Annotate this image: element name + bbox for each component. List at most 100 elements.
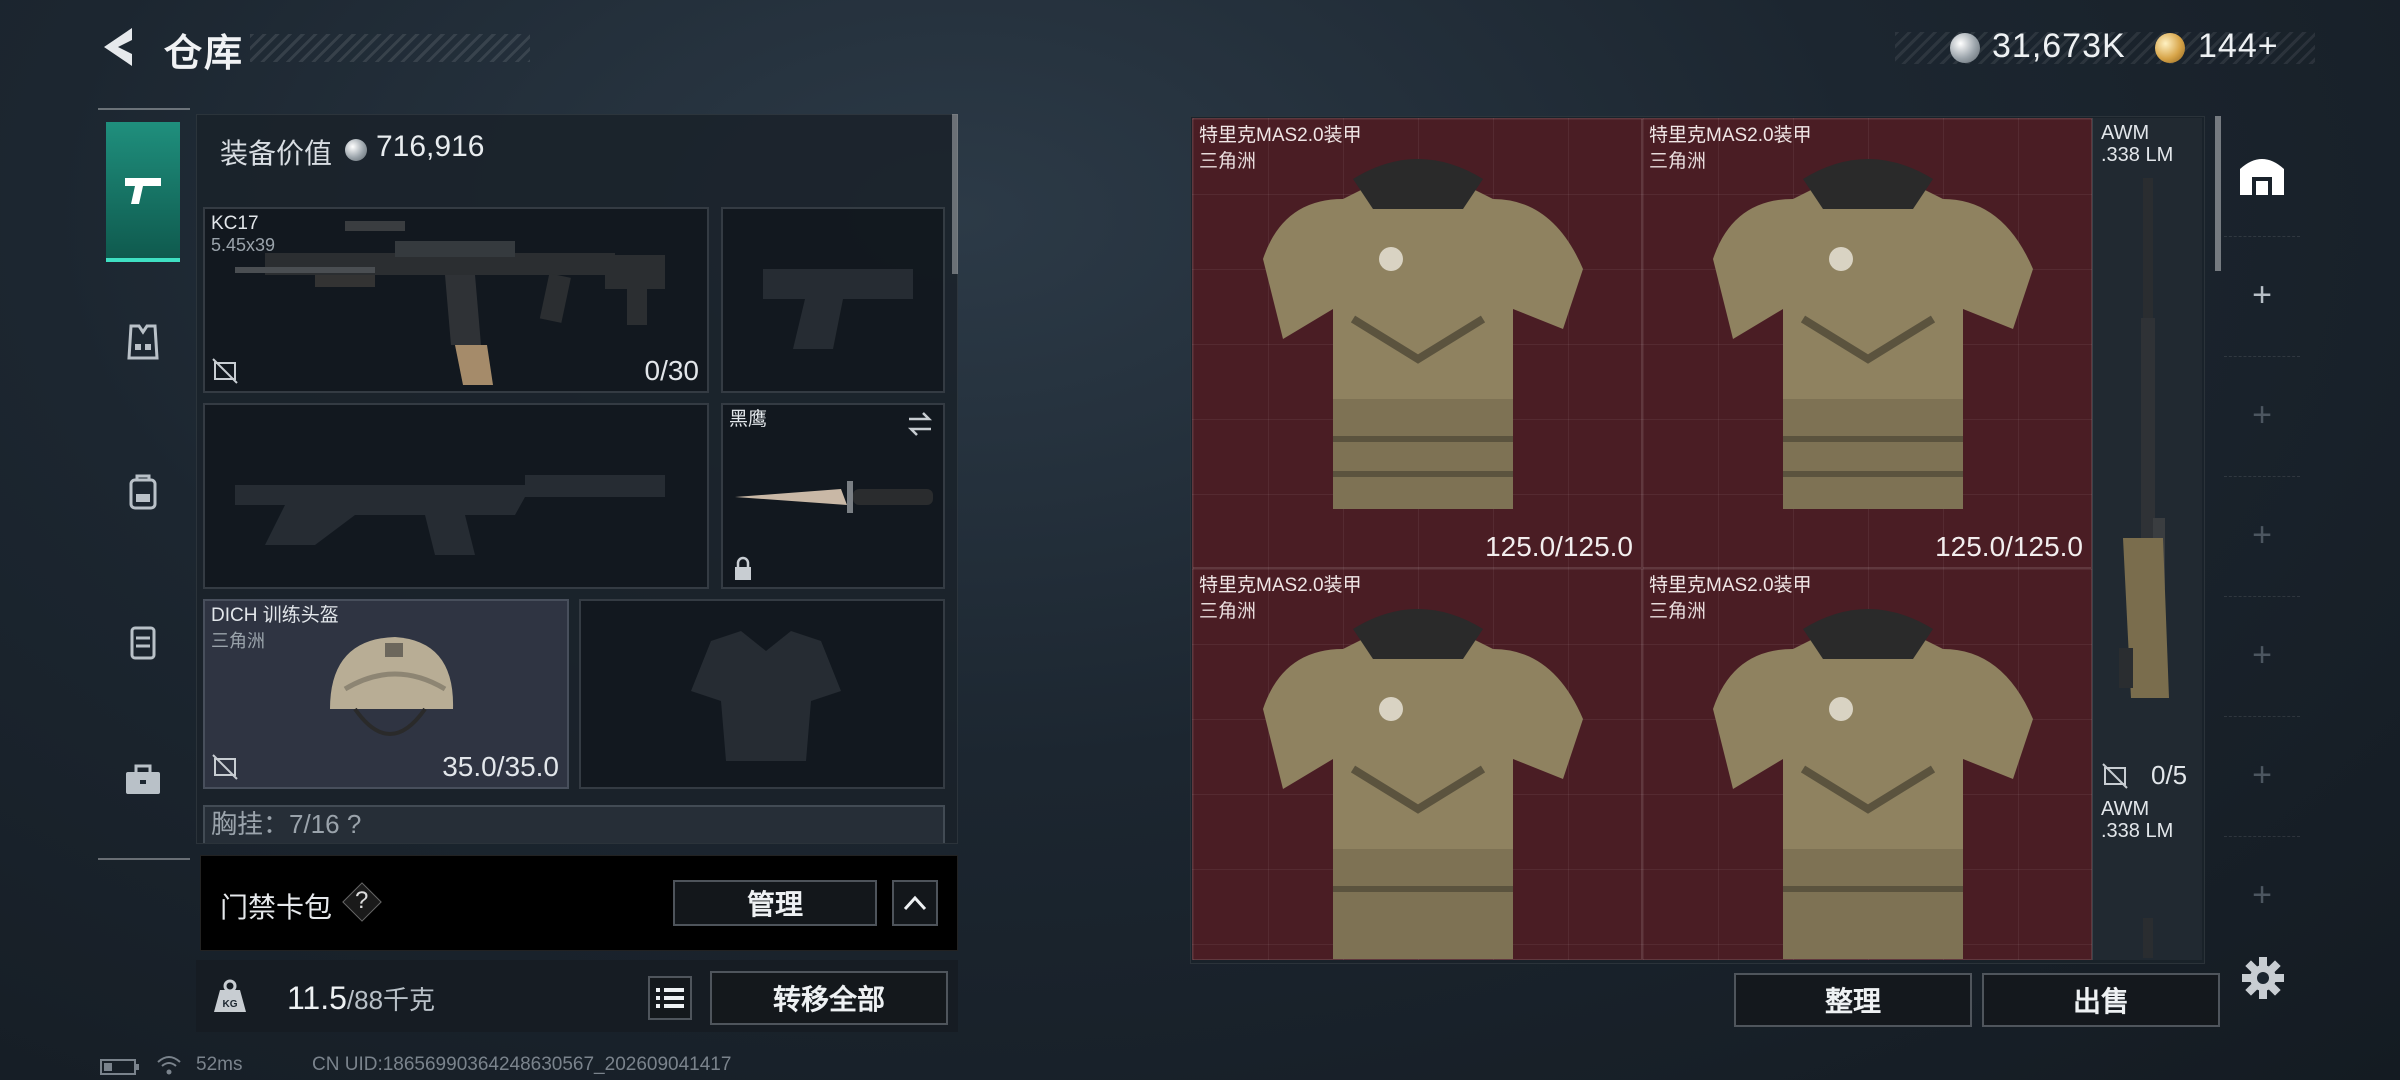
rail-item-backpack[interactable]: [106, 422, 180, 562]
add-storage-slot[interactable]: +: [2224, 356, 2300, 474]
secondary-rifle-slot[interactable]: [203, 403, 709, 589]
weight-current: 11.5: [287, 980, 347, 1016]
lock-icon: [735, 556, 751, 580]
storage-item-vest[interactable]: 特里克MAS2.0装甲 三角洲: [1192, 568, 1642, 960]
battery-icon: [100, 1059, 139, 1075]
weight-max: /88千克: [346, 985, 436, 1015]
swap-icon[interactable]: [905, 411, 935, 437]
rifle-ammo-count: 0/5: [2151, 760, 2188, 790]
storage-item-rifle[interactable]: AWM .338 LM 0/5 AWM .338 LM: [2092, 118, 2202, 960]
equipment-value-label: 装备价值: [220, 138, 333, 169]
sort-button[interactable]: 整理: [1734, 973, 1972, 1027]
storage-item-vest[interactable]: 特里克MAS2.0装甲 三角洲: [1642, 568, 2092, 960]
weapon-ammo-count: 0/30: [644, 355, 700, 386]
svg-text:KG: KG: [223, 999, 238, 1010]
armor-slot[interactable]: [579, 599, 945, 789]
add-storage-slot[interactable]: +: [2224, 716, 2300, 834]
no-insure-icon: [2102, 763, 2128, 789]
rifle-name: AWM: [2101, 122, 2150, 144]
armor-vest-image: [1263, 159, 1583, 509]
helmet-durability: 35.0/35.0: [442, 751, 559, 782]
manage-button[interactable]: 管理: [673, 880, 877, 926]
melee-slot[interactable]: 黑鹰: [721, 403, 945, 589]
melee-name: 黑鹰: [729, 409, 768, 430]
rifle-image: [235, 221, 665, 385]
storage-item-vest[interactable]: 特里克MAS2.0装甲 三角洲 125.0/125.0: [1642, 118, 2092, 568]
storage-item-vest[interactable]: 特里克MAS2.0装甲 三角洲 125.0/125.0: [1192, 118, 1642, 568]
currency-gold-amount[interactable]: 144+: [2198, 27, 2279, 66]
secondary-weapon-slot[interactable]: [721, 207, 945, 393]
keycard-pack-label: 门禁卡包: [220, 892, 333, 923]
warehouse-icon: [2240, 159, 2284, 195]
help-mark: ?: [355, 887, 369, 914]
plus-icon: +: [2252, 396, 2272, 434]
primary-weapon-slot[interactable]: KC17 5.45x39 0/30: [203, 207, 709, 393]
equipment-scrollbar[interactable]: [952, 114, 958, 274]
list-view-button[interactable]: [648, 976, 692, 1020]
pistol-silhouette-icon: [763, 269, 913, 349]
rail-item-weapons[interactable]: [106, 122, 180, 262]
vest-durability: 125.0/125.0: [1935, 531, 2083, 562]
chevron-left-icon: [104, 28, 132, 66]
knife-image: [735, 481, 933, 513]
armor-silhouette-icon: [691, 631, 841, 761]
weight-readout: 11.5/88千克: [287, 980, 435, 1017]
storage-tab-main[interactable]: [2224, 116, 2300, 234]
add-storage-slot[interactable]: +: [2224, 836, 2300, 954]
sniper-rifle-image: [2143, 918, 2153, 958]
expand-button[interactable]: [892, 880, 938, 926]
page-title: 仓库: [164, 33, 245, 75]
add-storage-slot[interactable]: +: [2224, 476, 2300, 594]
armor-vest-image: [1713, 159, 2033, 509]
list-icon: [656, 988, 684, 1008]
back-button[interactable]: [96, 24, 142, 70]
helmet-image: [330, 637, 454, 736]
rifle-silhouette-icon: [235, 475, 665, 555]
backpack-icon: [129, 474, 157, 510]
silver-coin-icon: [345, 139, 367, 161]
no-insure-icon: [212, 754, 238, 780]
title-decoration: [250, 34, 530, 62]
armor-vest-image: [1263, 609, 1583, 959]
armor-vest-image: [1713, 609, 2033, 959]
briefcase-icon: [126, 764, 160, 794]
helmet-slot[interactable]: DICH 训练头盔 三角洲 35.0/35.0: [203, 599, 569, 789]
rail-item-case[interactable]: [106, 710, 180, 850]
plus-icon: +: [2252, 276, 2272, 314]
helmet-source: 三角洲: [211, 631, 265, 651]
gold-coin-icon: [2155, 33, 2185, 63]
wifi-icon: [157, 1056, 181, 1075]
add-storage-slot[interactable]: +: [2224, 596, 2300, 714]
silver-coin-icon: [1950, 33, 1980, 63]
sell-button[interactable]: 出售: [1982, 973, 2220, 1027]
transfer-all-button[interactable]: 转移全部: [710, 971, 948, 1025]
uid-readout: CN UID:18656990364248630567_202609041417: [312, 1054, 732, 1075]
ping-readout: 52ms: [196, 1054, 243, 1075]
equipment-panel: KC17 5.45x39 0/30 黑鹰 DICH 训练头盔 三角洲 35.0/…: [196, 114, 958, 844]
rifle-name: AWM: [2101, 798, 2150, 820]
chest-rig-label: 胸挂：7/16 ?: [211, 809, 362, 839]
gear-icon[interactable]: [2240, 955, 2286, 1001]
category-rail: [98, 108, 190, 860]
equipment-value: 716,916: [376, 130, 485, 163]
storage-scrollbar[interactable]: [2215, 116, 2221, 271]
chevron-up-icon: [903, 895, 927, 911]
rail-item-chest-rig[interactable]: [106, 572, 180, 712]
rig-icon: [130, 626, 156, 660]
rifle-ammo-type: .338 LM: [2101, 820, 2174, 842]
vest-durability: 125.0/125.0: [1485, 531, 1633, 562]
plus-icon: +: [2252, 636, 2272, 674]
chest-rig-row[interactable]: 胸挂：7/16 ?: [203, 805, 945, 843]
rail-item-vest[interactable]: [106, 272, 180, 412]
add-storage-button[interactable]: +: [2224, 236, 2300, 354]
plus-icon: +: [2252, 516, 2272, 554]
no-insure-icon: [212, 358, 238, 384]
weight-kg-icon: KG: [214, 979, 246, 1012]
plus-icon: +: [2252, 756, 2272, 794]
plus-icon: +: [2252, 876, 2272, 914]
currency-silver-amount[interactable]: 31,673K: [1992, 27, 2126, 66]
sniper-rifle-image: [2119, 178, 2169, 698]
rifle-ammo-type: .338 LM: [2101, 144, 2174, 166]
pistol-icon: [125, 178, 161, 204]
storage-tabs-rail: + + + + + +: [2224, 116, 2300, 1036]
